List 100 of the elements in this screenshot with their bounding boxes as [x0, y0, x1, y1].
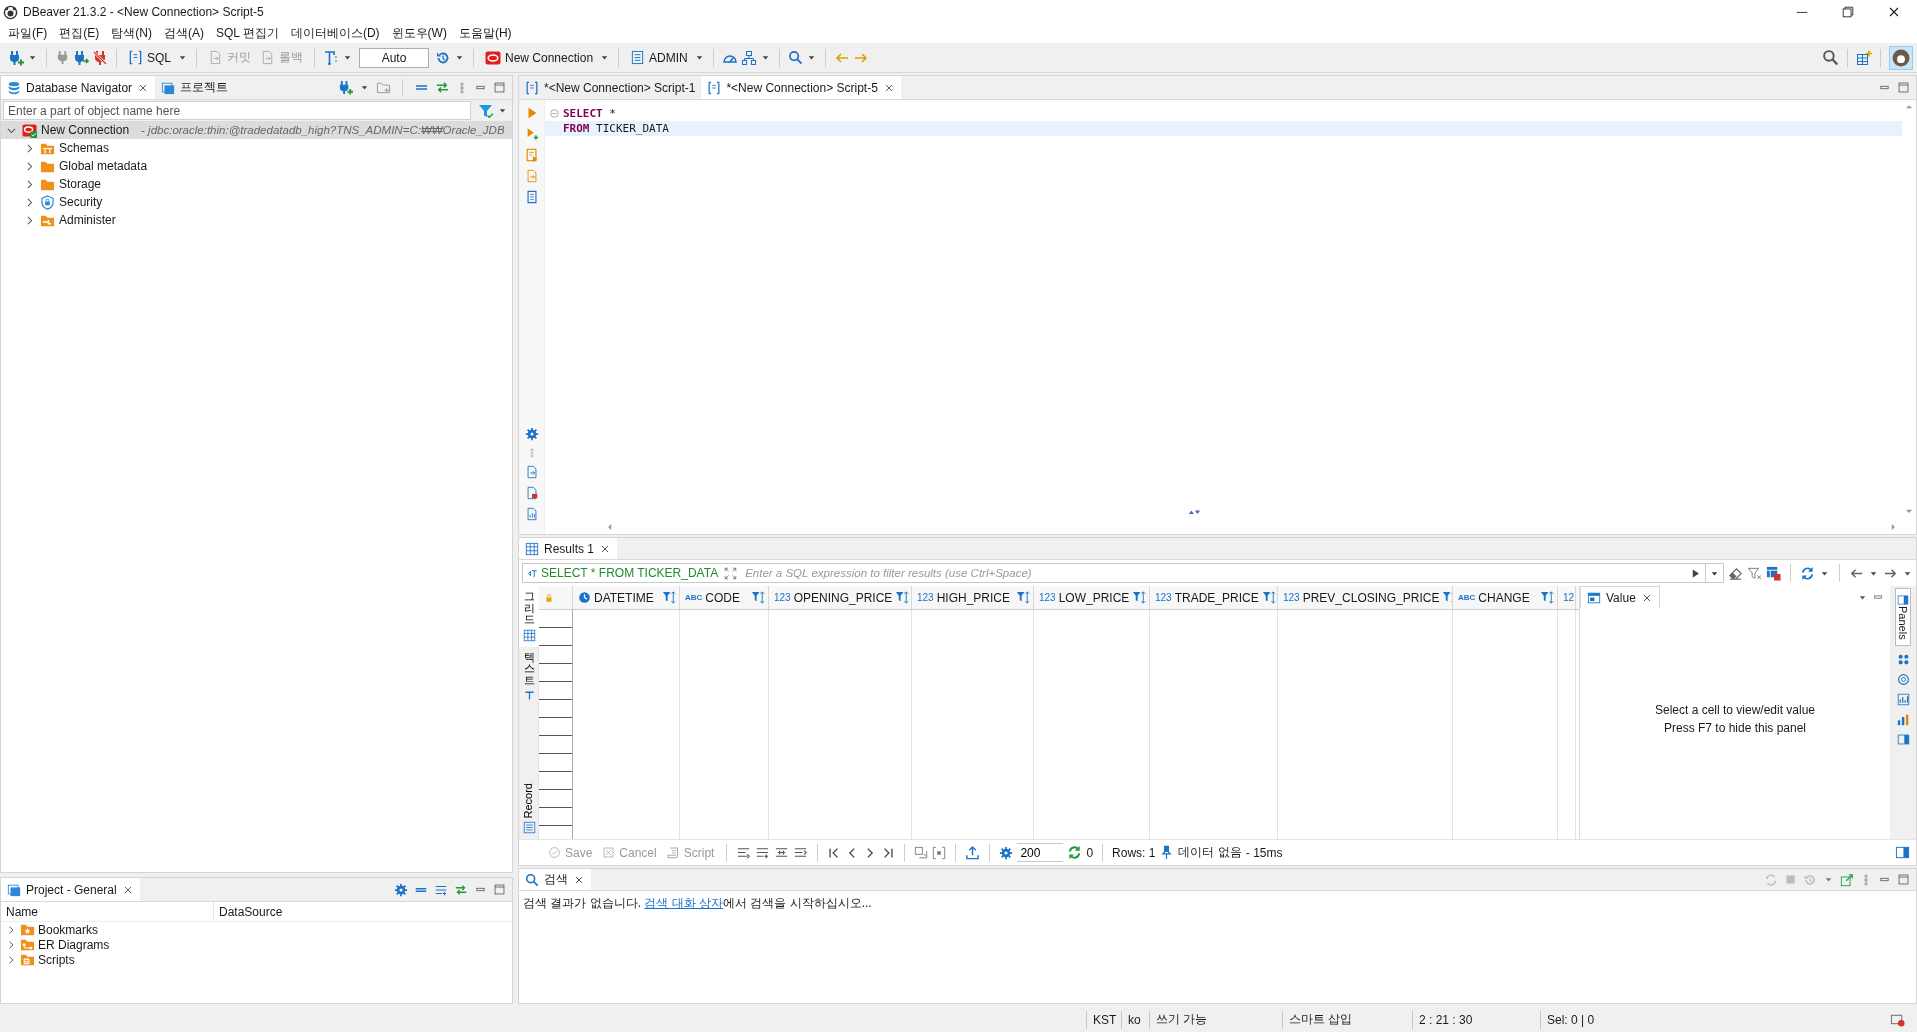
bar-chart-icon[interactable] [1896, 712, 1910, 726]
copy-icon[interactable] [914, 845, 929, 860]
apply-filter-icon[interactable] [1690, 567, 1701, 579]
chart-icon[interactable] [1896, 692, 1910, 706]
table-add-icon[interactable] [1856, 49, 1872, 66]
panel-toggle-icon[interactable] [1895, 845, 1910, 860]
add-row-icon[interactable] [755, 845, 771, 860]
settings-icon[interactable] [999, 845, 1014, 860]
link-editor-icon[interactable] [435, 80, 450, 95]
tab[interactable]: Project - General [1, 878, 140, 901]
maximize-icon[interactable] [493, 883, 506, 896]
view-tab[interactable]: 텍스트 [519, 646, 539, 708]
column-header[interactable]: 123 LOW_PRICE [1034, 586, 1150, 609]
execute-script-icon[interactable] [524, 148, 539, 162]
column-header[interactable]: ABC CODE [680, 586, 769, 609]
filter-sort-icon[interactable] [1261, 590, 1277, 605]
filter-field[interactable]: Enter a SQL expression to filter results (use Ctrl+Space) [743, 563, 1686, 583]
delete-row-icon[interactable] [793, 845, 809, 860]
text-format-icon[interactable] [323, 49, 339, 66]
filter-sort-icon[interactable] [662, 590, 677, 605]
transaction-mode-field[interactable]: Auto [359, 47, 429, 68]
load-plan-icon[interactable] [524, 190, 539, 204]
column-header[interactable]: 123 OPENING_PRICE [769, 586, 912, 609]
settings-icon[interactable] [524, 427, 539, 441]
search-icon[interactable] [787, 50, 803, 65]
lock-file-icon[interactable] [524, 486, 539, 500]
clear-filter-icon[interactable] [1747, 565, 1762, 581]
chart-file-icon[interactable] [524, 507, 539, 521]
expand-icon[interactable] [724, 566, 738, 580]
notification-icon[interactable] [1890, 1012, 1905, 1027]
tab[interactable]: Results 1 [519, 538, 618, 559]
save-table-icon[interactable] [1766, 565, 1781, 581]
schema-selector[interactable]: ADMIN [627, 46, 691, 69]
tab[interactable]: *<New Connection> Script-1 [519, 76, 702, 99]
tab[interactable]: 검색 [519, 869, 591, 890]
refresh-icon[interactable] [1800, 565, 1815, 581]
filter-sort-icon[interactable] [751, 590, 766, 605]
column-header[interactable]: 123 HIGH_PRICE [912, 586, 1034, 609]
search-dialog-link[interactable]: 검색 대화 상자 [644, 896, 723, 910]
perspective-button[interactable] [1889, 45, 1913, 70]
link-editor-icon[interactable] [454, 882, 468, 897]
pin-out-icon[interactable] [1840, 872, 1854, 887]
tab[interactable]: *<New Connection> Script-5 [701, 76, 901, 99]
tree-item[interactable]: Bookmarks [1, 922, 512, 937]
connection-selector[interactable]: New Connection [482, 46, 597, 69]
filter-sort-icon[interactable] [1540, 590, 1555, 605]
panels-tab[interactable]: Panels [1895, 588, 1911, 646]
menu-item[interactable]: SQL 편집기 [210, 25, 285, 42]
tree-item[interactable]: ER Diagrams [1, 937, 512, 952]
reconnect-icon[interactable] [73, 49, 89, 66]
tab[interactable]: 프로젝트 [155, 76, 235, 99]
tree-item[interactable]: Schemas [1, 139, 512, 157]
tab[interactable]: Value [1580, 586, 1660, 608]
tree-item[interactable]: New Connection - jdbc:oracle:thin:@tradedatadb_high?TNS_ADMIN=C:₩₩Oracle_JDB [1, 121, 512, 139]
view-tab[interactable]: 그리드 [519, 586, 539, 647]
menu-item[interactable]: 탐색(N) [105, 25, 158, 42]
export-icon[interactable] [524, 465, 539, 479]
filter-sort-icon[interactable] [1132, 590, 1148, 605]
disconnect-icon[interactable] [92, 49, 108, 66]
tree-item[interactable]: Global metadata [1, 157, 512, 175]
search-icon[interactable] [1822, 49, 1839, 66]
column-header[interactable]: 12 [1558, 586, 1576, 609]
column-header[interactable]: DATETIME [573, 586, 680, 609]
new-connection-icon[interactable] [8, 49, 24, 66]
menu-item[interactable]: 검색(A) [158, 25, 210, 42]
eraser-icon[interactable] [1728, 565, 1743, 581]
maximize-icon[interactable] [1897, 873, 1910, 886]
tree-item[interactable]: Storage [1, 175, 512, 193]
refresh-icon[interactable] [1067, 845, 1083, 860]
filter-sort-icon[interactable] [895, 590, 911, 605]
copy-row-icon[interactable] [774, 845, 790, 860]
menu-item[interactable]: 윈도우(W) [385, 25, 453, 42]
restore-icon[interactable] [1841, 5, 1855, 19]
menu-item[interactable]: 편집(E) [53, 25, 106, 42]
column-header[interactable]: 123 PREV_CLOSING_PRICE [1278, 586, 1453, 609]
menu-item[interactable]: 도움말(H) [452, 25, 518, 42]
tab[interactable]: Database Navigator [1, 76, 156, 99]
search-field[interactable]: Enter a part of object name here [3, 101, 471, 120]
column-header[interactable]: ABC CHANGE [1453, 586, 1558, 609]
grouping-icon[interactable] [1896, 652, 1910, 666]
network-icon[interactable] [740, 49, 757, 66]
tree-item[interactable]: Scripts [1, 952, 512, 967]
format-icon[interactable] [736, 845, 752, 860]
maximize-icon[interactable] [1897, 81, 1910, 94]
settings-icon[interactable] [394, 882, 408, 897]
panel-icon[interactable] [1896, 732, 1910, 746]
sql-editor-button[interactable]: SQL [125, 46, 174, 69]
menu-item[interactable]: 데이터베이스(D) [284, 25, 386, 42]
fetch-size-field[interactable]: 200 [1017, 843, 1064, 862]
view-tab[interactable]: Record [519, 777, 539, 839]
bracket-icon[interactable] [932, 845, 947, 860]
connect-icon[interactable] [55, 50, 70, 65]
new-connection-icon[interactable] [338, 80, 353, 95]
target-icon[interactable] [1896, 672, 1910, 686]
maximize-icon[interactable] [493, 81, 506, 94]
filter-sort-icon[interactable] [1016, 590, 1031, 605]
menu-item[interactable]: 파일(F) [2, 25, 54, 42]
tree-item[interactable]: Administer [1, 211, 512, 229]
column-header[interactable]: 123 TRADE_PRICE [1150, 586, 1278, 609]
export-icon[interactable] [965, 845, 981, 860]
